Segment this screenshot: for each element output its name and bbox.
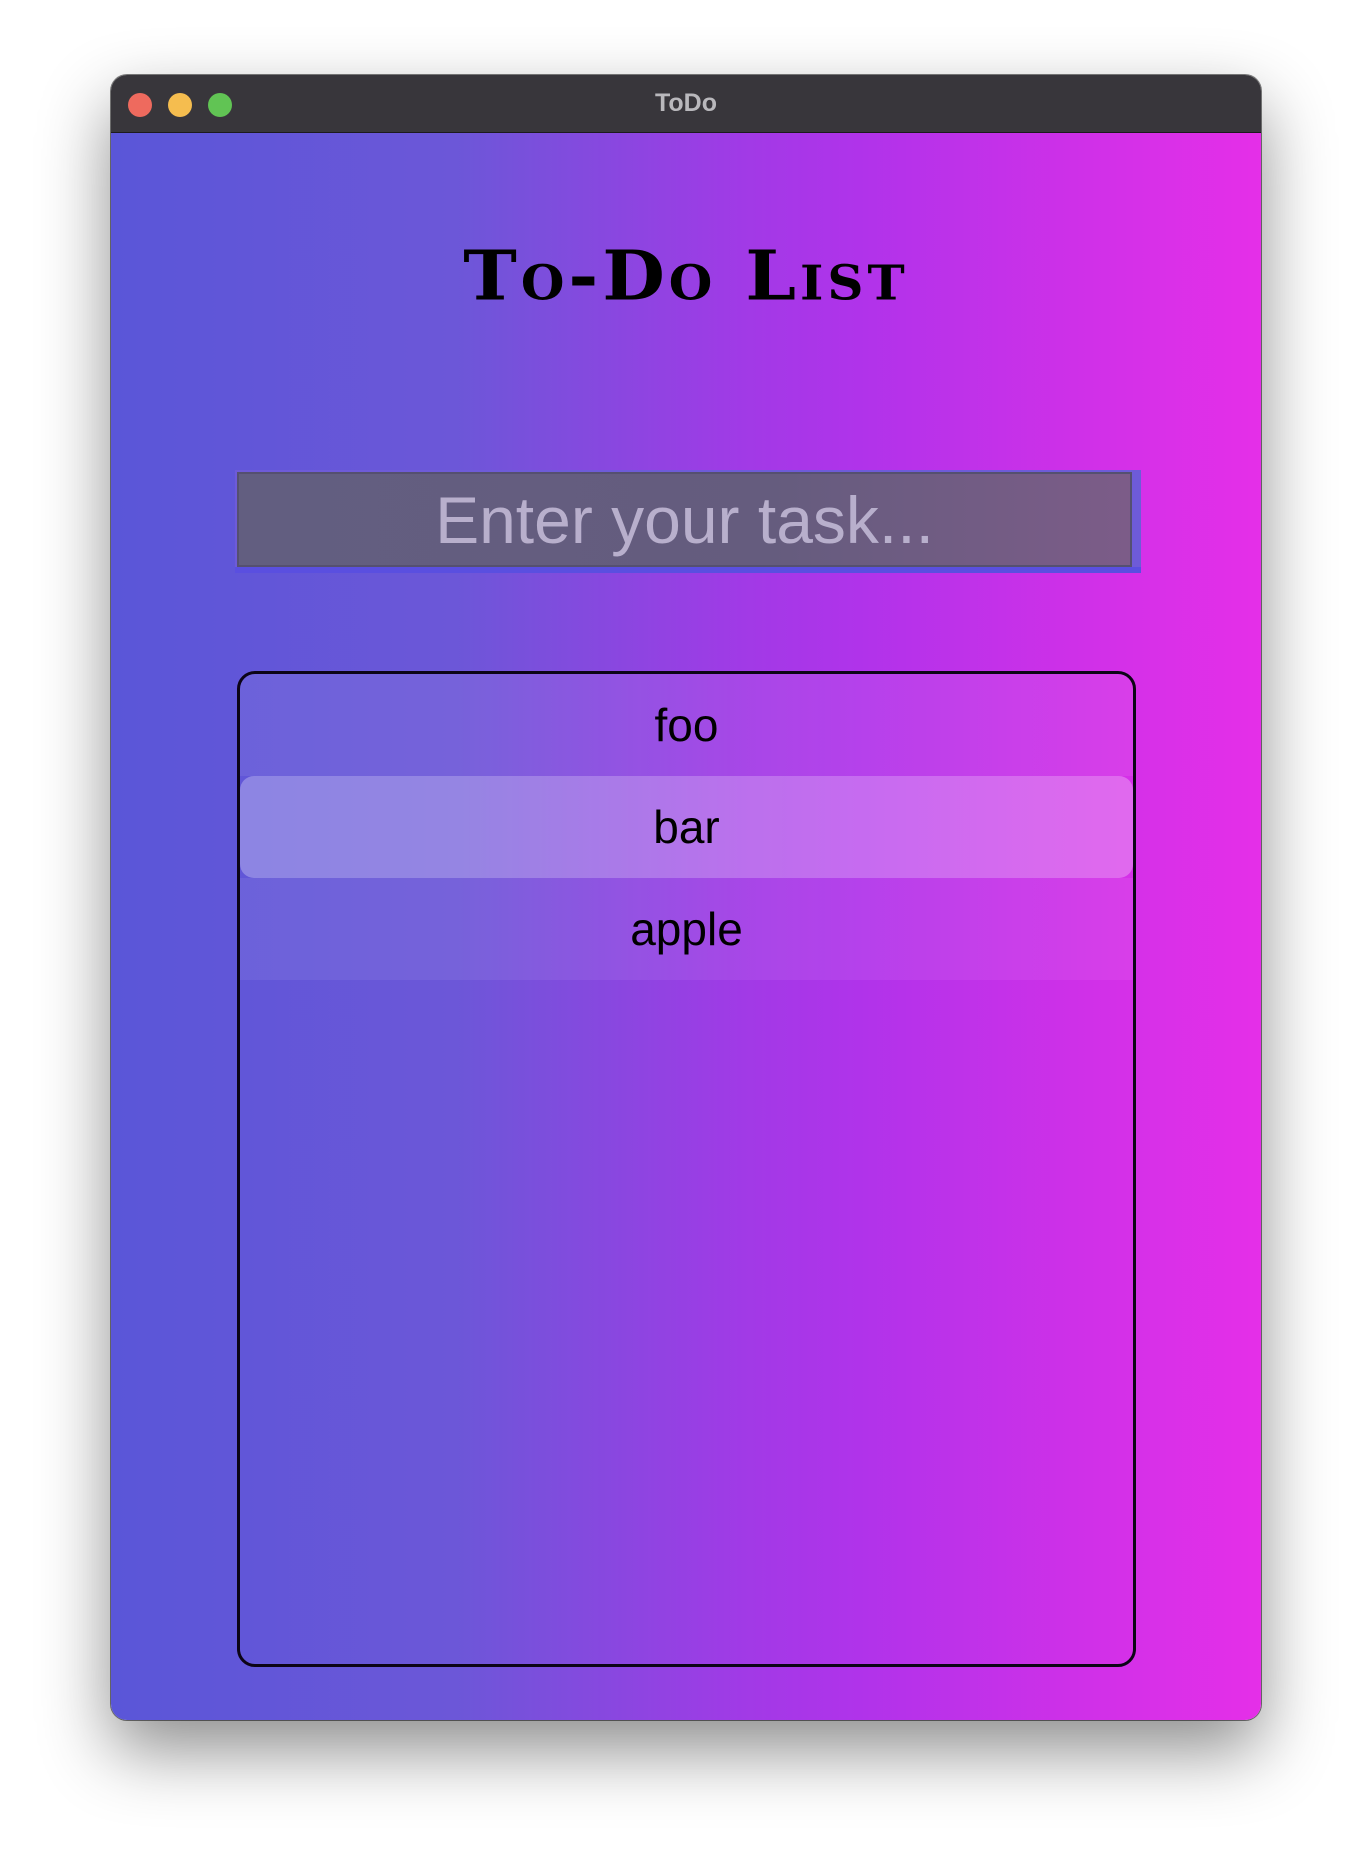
task-item-apple[interactable]: apple [240, 878, 1133, 980]
task-input-container [235, 470, 1141, 573]
title-bar[interactable]: ToDo [111, 75, 1261, 133]
app-content: To-Do List foo bar apple [111, 133, 1261, 1720]
task-item-bar[interactable]: bar [240, 776, 1133, 878]
window-title: ToDo [654, 89, 717, 117]
app-window: ToDo To-Do List foo bar apple [111, 75, 1261, 1720]
task-input[interactable] [237, 472, 1132, 567]
page-title: To-Do List [463, 235, 909, 316]
task-item-foo[interactable]: foo [240, 674, 1133, 776]
task-list: foo bar apple [237, 671, 1136, 1667]
